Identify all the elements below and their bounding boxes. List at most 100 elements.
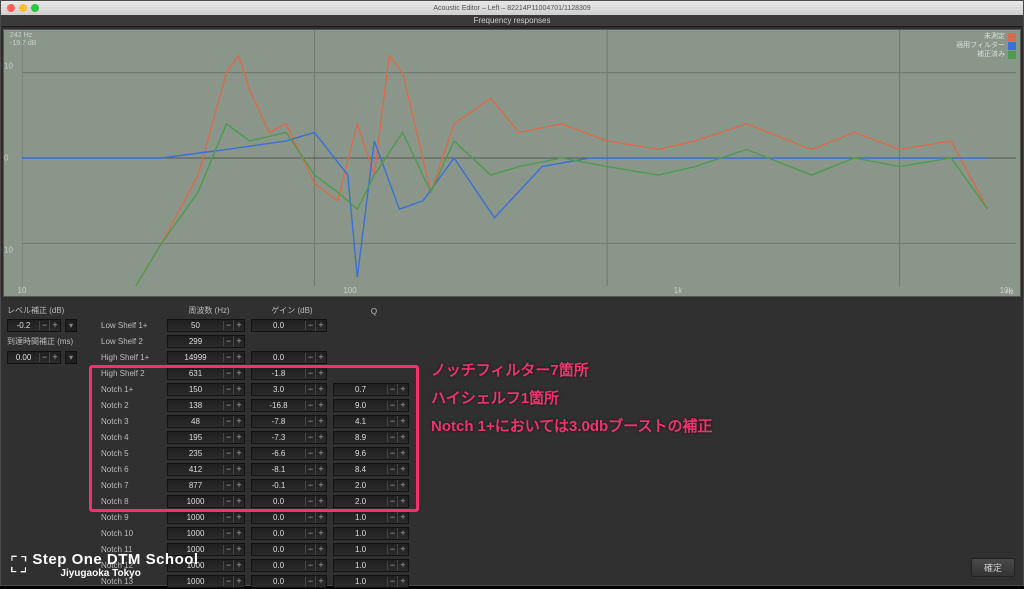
decrement-button[interactable]: −	[388, 400, 398, 411]
increment-button[interactable]: +	[316, 544, 326, 555]
gain-input[interactable]: 0.0−+	[251, 495, 327, 508]
freq-input[interactable]: 195−+	[167, 431, 245, 444]
increment-button[interactable]: +	[398, 400, 408, 411]
increment-button[interactable]: +	[234, 560, 244, 571]
decrement-button[interactable]: −	[306, 464, 316, 475]
increment-button[interactable]: +	[234, 480, 244, 491]
increment-button[interactable]: +	[234, 544, 244, 555]
gain-input[interactable]: 0.0−+	[251, 511, 327, 524]
decrement-button[interactable]: −	[388, 560, 398, 571]
freq-input[interactable]: 150−+	[167, 383, 245, 396]
increment-button[interactable]: +	[316, 384, 326, 395]
increment-button[interactable]: +	[316, 352, 326, 363]
increment-button[interactable]: +	[316, 448, 326, 459]
increment-button[interactable]: +	[50, 320, 60, 331]
increment-button[interactable]: +	[398, 496, 408, 507]
increment-button[interactable]: +	[398, 384, 408, 395]
decrement-button[interactable]: −	[306, 432, 316, 443]
freq-input[interactable]: 1000−+	[167, 495, 245, 508]
decrement-button[interactable]: −	[306, 320, 316, 331]
freq-input[interactable]: 48−+	[167, 415, 245, 428]
decrement-button[interactable]: −	[40, 320, 50, 331]
increment-button[interactable]: +	[234, 576, 244, 587]
freq-input[interactable]: 235−+	[167, 447, 245, 460]
increment-button[interactable]: +	[234, 336, 244, 347]
increment-button[interactable]: +	[234, 528, 244, 539]
decrement-button[interactable]: −	[388, 448, 398, 459]
gain-input[interactable]: -7.8−+	[251, 415, 327, 428]
gain-input[interactable]: 0.0−+	[251, 319, 327, 332]
decrement-button[interactable]: −	[306, 400, 316, 411]
decrement-button[interactable]: −	[306, 480, 316, 491]
q-input[interactable]: 1.0−+	[333, 559, 409, 572]
increment-button[interactable]: +	[398, 560, 408, 571]
decrement-button[interactable]: −	[224, 320, 234, 331]
q-input[interactable]: 1.0−+	[333, 575, 409, 588]
gain-input[interactable]: 0.0−+	[251, 527, 327, 540]
decrement-button[interactable]: −	[224, 528, 234, 539]
increment-button[interactable]: +	[234, 416, 244, 427]
increment-button[interactable]: +	[50, 352, 60, 363]
decrement-button[interactable]: −	[306, 448, 316, 459]
decrement-button[interactable]: −	[306, 512, 316, 523]
q-input[interactable]: 9.0−+	[333, 399, 409, 412]
increment-button[interactable]: +	[398, 544, 408, 555]
decrement-button[interactable]: −	[224, 480, 234, 491]
decrement-button[interactable]: −	[224, 464, 234, 475]
decrement-button[interactable]: −	[224, 400, 234, 411]
increment-button[interactable]: +	[234, 384, 244, 395]
gain-input[interactable]: -16.8−+	[251, 399, 327, 412]
decrement-button[interactable]: −	[306, 528, 316, 539]
increment-button[interactable]: +	[316, 480, 326, 491]
gain-input[interactable]: 0.0−+	[251, 559, 327, 572]
plot-area[interactable]	[22, 30, 1016, 286]
increment-button[interactable]: +	[398, 448, 408, 459]
freq-input[interactable]: 138−+	[167, 399, 245, 412]
increment-button[interactable]: +	[398, 576, 408, 587]
increment-button[interactable]: +	[316, 464, 326, 475]
decrement-button[interactable]: −	[388, 432, 398, 443]
decrement-button[interactable]: −	[388, 384, 398, 395]
freq-input[interactable]: 299−+	[167, 335, 245, 348]
q-input[interactable]: 0.7−+	[333, 383, 409, 396]
increment-button[interactable]: +	[234, 320, 244, 331]
confirm-button[interactable]: 確定	[971, 558, 1015, 577]
q-input[interactable]: 9.6−+	[333, 447, 409, 460]
increment-button[interactable]: +	[234, 448, 244, 459]
freq-input[interactable]: 1000−+	[167, 511, 245, 524]
decrement-button[interactable]: −	[306, 384, 316, 395]
decrement-button[interactable]: −	[306, 496, 316, 507]
decrement-button[interactable]: −	[224, 416, 234, 427]
decrement-button[interactable]: −	[224, 576, 234, 587]
increment-button[interactable]: +	[234, 432, 244, 443]
decrement-button[interactable]: −	[388, 576, 398, 587]
increment-button[interactable]: +	[316, 400, 326, 411]
freq-input[interactable]: 14999−+	[167, 351, 245, 364]
decrement-button[interactable]: −	[224, 544, 234, 555]
increment-button[interactable]: +	[316, 496, 326, 507]
decrement-button[interactable]: −	[40, 352, 50, 363]
increment-button[interactable]: +	[398, 512, 408, 523]
increment-button[interactable]: +	[234, 352, 244, 363]
increment-button[interactable]: +	[234, 400, 244, 411]
q-input[interactable]: 2.0−+	[333, 479, 409, 492]
increment-button[interactable]: +	[398, 464, 408, 475]
increment-button[interactable]: +	[398, 432, 408, 443]
decrement-button[interactable]: −	[388, 464, 398, 475]
decrement-button[interactable]: −	[306, 560, 316, 571]
q-input[interactable]: 1.0−+	[333, 511, 409, 524]
gain-input[interactable]: -0.1−+	[251, 479, 327, 492]
freq-input[interactable]: 1000−+	[167, 527, 245, 540]
decrement-button[interactable]: −	[306, 352, 316, 363]
increment-button[interactable]: +	[316, 368, 326, 379]
decrement-button[interactable]: −	[224, 352, 234, 363]
decrement-button[interactable]: −	[224, 432, 234, 443]
increment-button[interactable]: +	[234, 464, 244, 475]
decrement-button[interactable]: −	[224, 368, 234, 379]
decrement-button[interactable]: −	[224, 496, 234, 507]
increment-button[interactable]: +	[234, 368, 244, 379]
decrement-button[interactable]: −	[388, 544, 398, 555]
gain-input[interactable]: 0.0−+	[251, 575, 327, 588]
decrement-button[interactable]: −	[388, 528, 398, 539]
decrement-button[interactable]: −	[224, 560, 234, 571]
